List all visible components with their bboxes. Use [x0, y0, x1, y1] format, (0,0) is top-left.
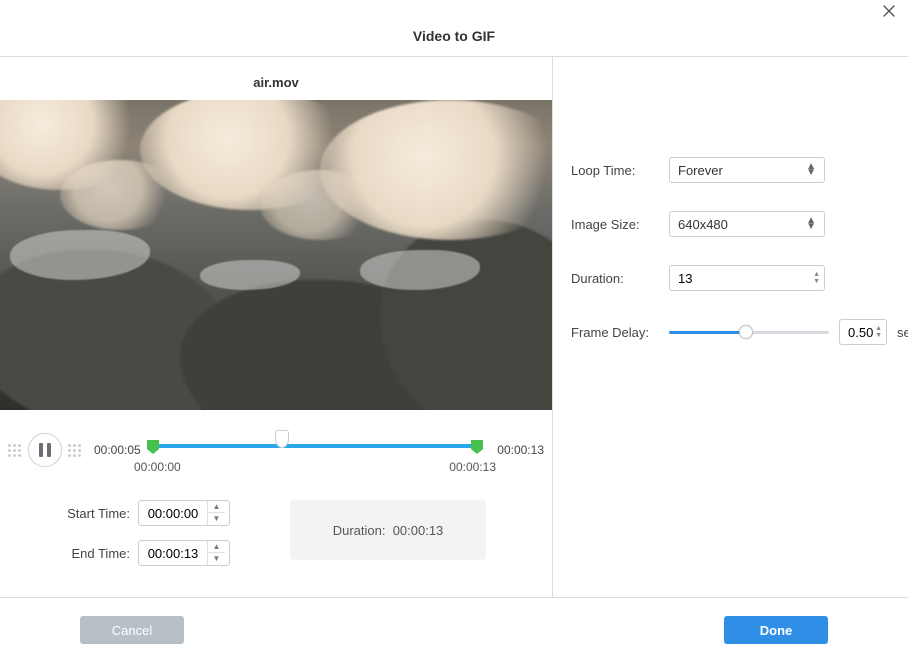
stepper-down-icon[interactable]: ▼	[208, 513, 225, 525]
stepper-down-icon[interactable]: ▼	[875, 332, 882, 339]
duration-value: 00:00:13	[393, 523, 444, 538]
current-time: 00:00:05	[94, 443, 152, 457]
stepper-up-icon[interactable]: ▲	[813, 271, 820, 278]
frame-delay-value[interactable]	[848, 325, 878, 340]
start-time-input[interactable]: ▲ ▼	[138, 500, 230, 526]
timeline-line	[152, 444, 478, 448]
slider-fill	[669, 331, 746, 334]
stepper-up-icon[interactable]: ▲	[875, 325, 882, 332]
drag-grip-icon[interactable]	[68, 444, 82, 457]
terrain-decoration	[380, 220, 552, 410]
video-preview[interactable]	[0, 100, 552, 410]
slider-thumb[interactable]	[739, 325, 753, 339]
close-icon[interactable]	[882, 4, 896, 18]
duration-option-value[interactable]	[678, 271, 816, 286]
stepper-up-icon[interactable]: ▲	[208, 541, 225, 553]
image-size-select[interactable]: 640x480 ▲▼	[669, 211, 825, 237]
trim-start-time: 00:00:00	[134, 460, 181, 474]
trim-end-handle[interactable]	[471, 440, 483, 454]
select-caret-icon: ▲▼	[806, 218, 816, 230]
stepper-down-icon[interactable]: ▼	[208, 553, 225, 565]
image-size-value: 640x480	[678, 217, 728, 232]
clip-end-time: 00:00:13	[486, 443, 544, 457]
image-size-label: Image Size:	[571, 217, 657, 232]
start-time-label: Start Time:	[60, 506, 130, 521]
frame-delay-unit: sec	[897, 325, 908, 340]
select-caret-icon: ▲▼	[806, 164, 816, 176]
loop-time-label: Loop Time:	[571, 163, 657, 178]
frame-delay-slider[interactable]	[669, 324, 829, 340]
start-time-value[interactable]	[139, 506, 207, 521]
duration-input[interactable]: ▲ ▼	[669, 265, 825, 291]
frame-delay-input[interactable]: ▲ ▼	[839, 319, 887, 345]
stepper-down-icon[interactable]: ▼	[813, 278, 820, 285]
trim-end-time: 00:00:13	[449, 460, 496, 474]
done-button[interactable]: Done	[724, 616, 828, 644]
end-time-value[interactable]	[139, 546, 207, 561]
drag-grip-icon[interactable]	[8, 444, 22, 457]
cloud-decoration	[60, 160, 180, 230]
frame-delay-label: Frame Delay:	[571, 325, 657, 340]
stepper-up-icon[interactable]: ▲	[208, 501, 225, 513]
source-filename: air.mov	[0, 57, 552, 100]
end-time-label: End Time:	[60, 546, 130, 561]
timeline-track[interactable]: 00:00:00 00:00:13	[152, 430, 478, 470]
loop-time-value: Forever	[678, 163, 723, 178]
cloud-decoration	[260, 170, 380, 240]
pause-icon	[39, 443, 51, 457]
page-title: Video to GIF	[0, 24, 908, 56]
duration-display: Duration: 00:00:13	[290, 500, 486, 560]
cancel-button[interactable]: Cancel	[80, 616, 184, 644]
end-time-input[interactable]: ▲ ▼	[138, 540, 230, 566]
loop-time-select[interactable]: Forever ▲▼	[669, 157, 825, 183]
playhead-handle[interactable]	[275, 430, 289, 448]
play-pause-button[interactable]	[28, 433, 62, 467]
duration-option-label: Duration:	[571, 271, 657, 286]
duration-label: Duration:	[333, 523, 386, 538]
